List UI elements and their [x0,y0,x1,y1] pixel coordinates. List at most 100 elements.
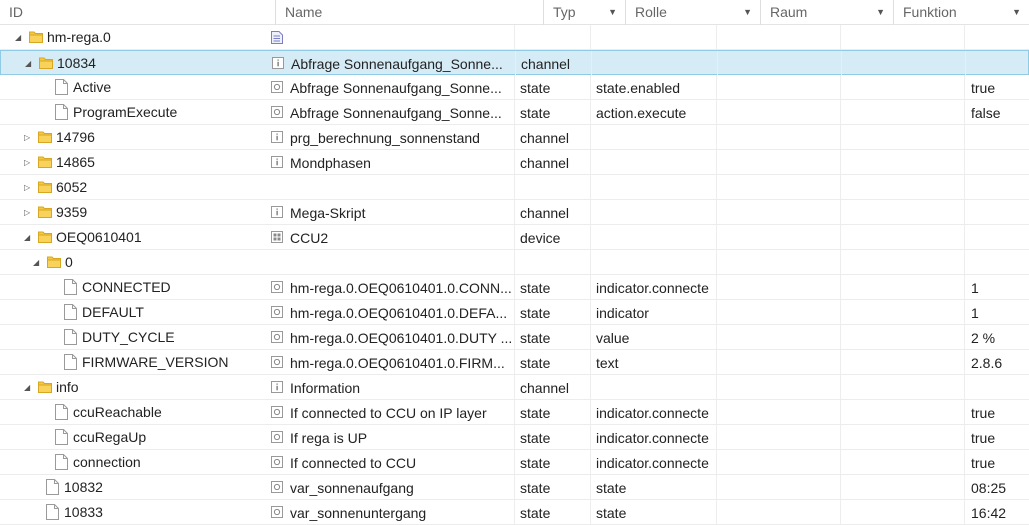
tree-row[interactable]: DUTY_CYCLE hm-rega.0.OEQ0610401.0.DUTY ..… [0,325,1029,350]
column-header-funktion[interactable]: Funktion ▼ [894,0,1029,25]
value-cell[interactable] [965,175,1029,199]
value-cell[interactable] [965,25,1029,49]
info-icon [271,381,283,393]
state-icon [271,306,283,318]
value-cell[interactable]: 08:25 [965,475,1029,499]
expand-arrow-icon[interactable]: ▷ [24,125,30,149]
raum-filter-dropdown-icon[interactable]: ▼ [876,0,885,25]
value-cell[interactable] [965,375,1029,399]
column-header-rolle[interactable]: Rolle ▼ [626,0,761,25]
rolle-cell: value [591,325,717,349]
rolle-cell [592,51,718,75]
funktion-cell [841,375,965,399]
value-cell[interactable]: true [965,425,1029,449]
value-cell[interactable]: true [965,400,1029,424]
column-header-raum[interactable]: Raum ▼ [761,0,894,25]
column-header-rolle-label: Rolle [635,4,667,20]
value-cell[interactable] [965,250,1029,274]
tree-row[interactable]: ◢ 10834 Abfrage Sonnenaufgang_Sonne... chan… [0,50,1029,75]
value-cell[interactable] [965,200,1029,224]
value-cell[interactable]: 2.8.6 [965,350,1029,374]
value-cell[interactable] [966,51,1029,75]
tree-row[interactable]: ▷ 14865 Mondphasen channel [0,150,1029,175]
typ-filter-dropdown-icon[interactable]: ▼ [608,0,617,25]
value-cell[interactable]: 2 % [965,325,1029,349]
raum-cell [717,350,841,374]
file-icon [55,104,68,120]
folder-icon [38,155,52,168]
funktion-filter-dropdown-icon[interactable]: ▼ [1012,0,1021,25]
value-cell[interactable] [965,150,1029,174]
name-cell: Abfrage Sonnenaufgang_Sonne... [263,51,516,75]
raum-cell [717,100,841,124]
folder-icon [39,56,53,69]
name-cell: Information [262,375,515,399]
tree-row[interactable]: ▷ 6052 [0,175,1029,200]
value-cell[interactable]: 1 [965,300,1029,324]
tree-row[interactable]: ccuReachable If connected to CCU on IP la… [0,400,1029,425]
tree-row[interactable]: DEFAULT hm-rega.0.OEQ0610401.0.DEFA... sta… [0,300,1029,325]
id-cell: ▷ 6052 [0,175,262,199]
rolle-cell: state [591,475,717,499]
tree-row[interactable]: connection If connected to CCU state indica… [0,450,1029,475]
rolle-cell [591,25,717,49]
tree-row[interactable]: ◢ info Information channel [0,375,1029,400]
id-cell: CONNECTED [0,275,262,299]
column-header-id[interactable]: ID [0,0,276,25]
value-cell[interactable]: true [965,75,1029,99]
expand-arrow-icon[interactable]: ▷ [24,200,30,224]
tree-row[interactable]: ◢ OEQ0610401 CCU2 device [0,225,1029,250]
file-icon [55,79,68,95]
collapse-arrow-icon[interactable]: ◢ [33,250,39,274]
typ-cell: state [515,400,591,424]
info-icon [271,156,283,168]
folder-icon [38,180,52,193]
collapse-arrow-icon[interactable]: ◢ [15,25,21,49]
value-cell[interactable]: true [965,450,1029,474]
id-label: hm-rega.0 [47,29,111,45]
tree-row[interactable]: ◢ hm-rega.0 [0,25,1029,50]
raum-cell [717,125,841,149]
tree-row[interactable]: ▷ 14796 prg_berechnung_sonnenstand channel [0,125,1029,150]
expand-arrow-icon[interactable]: ▷ [24,150,30,174]
tree-row[interactable]: 10832 var_sonnenaufgang state state 08:25 [0,475,1029,500]
name-label: Mondphasen [290,155,371,171]
id-cell: ProgramExecute [0,100,262,124]
collapse-arrow-icon[interactable]: ◢ [24,225,30,249]
id-label: ccuReachable [73,404,162,420]
rolle-filter-dropdown-icon[interactable]: ▼ [743,0,752,25]
tree-row[interactable]: FIRMWARE_VERSION hm-rega.0.OEQ0610401.0.F… [0,350,1029,375]
funktion-cell [841,125,965,149]
tree-row[interactable]: Active Abfrage Sonnenaufgang_Sonne... stat… [0,75,1029,100]
collapse-arrow-icon[interactable]: ◢ [24,375,30,399]
rolle-cell [591,200,717,224]
value-cell[interactable]: 16:42 [965,500,1029,524]
id-cell: DEFAULT [0,300,262,324]
expand-arrow-icon[interactable]: ▷ [24,175,30,199]
name-label: Information [290,380,361,396]
collapse-arrow-icon[interactable]: ◢ [25,51,31,75]
funktion-cell [841,400,965,424]
rolle-cell: indicator [591,300,717,324]
column-header-name[interactable]: Name [276,0,544,25]
tree-row[interactable]: ProgramExecute Abfrage Sonnenaufgang_Sonn… [0,100,1029,125]
funktion-cell [841,175,965,199]
rolle-cell [591,125,717,149]
folder-icon [29,30,43,43]
value-cell[interactable]: 1 [965,275,1029,299]
tree-row[interactable]: ◢ 0 [0,250,1029,275]
column-header-typ[interactable]: Typ ▼ [544,0,626,25]
funktion-cell [841,325,965,349]
tree-row[interactable]: ▷ 9359 Mega-Skript channel [0,200,1029,225]
tree-row[interactable]: 10833 var_sonnenuntergang state state 16:42 [0,500,1029,525]
id-cell: ccuReachable [0,400,262,424]
value-cell[interactable]: false [965,100,1029,124]
typ-cell [515,250,591,274]
tree-row[interactable]: ccuRegaUp If rega is UP state indicator.con… [0,425,1029,450]
value-cell[interactable] [965,125,1029,149]
typ-cell: state [515,500,591,524]
value-cell[interactable] [965,225,1029,249]
typ-cell: state [515,350,591,374]
tree-row[interactable]: CONNECTED hm-rega.0.OEQ0610401.0.CONN... s… [0,275,1029,300]
funktion-cell [841,75,965,99]
